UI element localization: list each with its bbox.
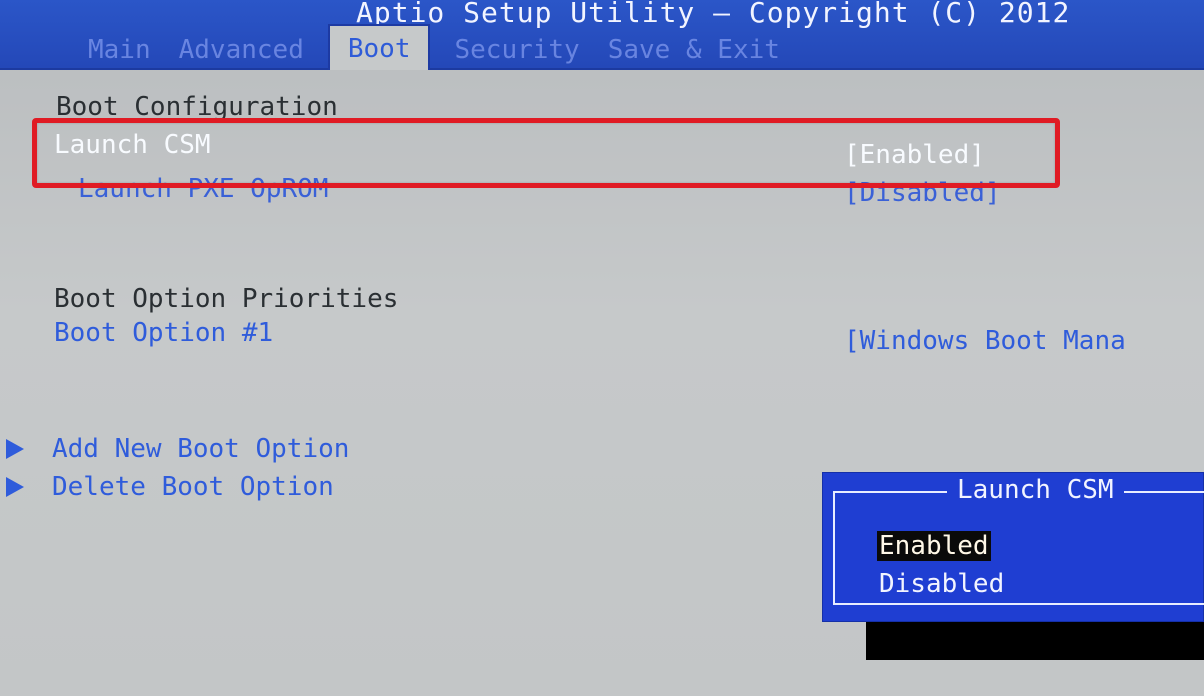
launch-csm-popup: Launch CSM Enabled Disabled	[822, 472, 1204, 622]
popup-option-enabled[interactable]: Enabled	[877, 531, 991, 561]
popup-title: Launch CSM	[947, 475, 1124, 505]
launch-pxe-label: Launch PXE OpROM	[78, 174, 329, 204]
popup-frame: Launch CSM Enabled Disabled	[833, 475, 1204, 605]
launch-pxe-value: [Disabled]	[844, 178, 1001, 208]
triangle-right-icon	[6, 439, 24, 459]
boot-configuration-heading: Boot Configuration	[56, 92, 338, 122]
delete-boot-option-label: Delete Boot Option	[52, 472, 334, 502]
delete-boot-option-item[interactable]: Delete Boot Option	[6, 472, 606, 508]
tab-main[interactable]: Main	[74, 30, 165, 70]
popup-shadow	[866, 620, 1204, 660]
launch-csm-value: [Enabled]	[844, 140, 985, 170]
add-new-boot-option-item[interactable]: Add New Boot Option	[6, 434, 606, 470]
launch-csm-label: Launch CSM	[54, 130, 211, 160]
popup-option-disabled[interactable]: Disabled	[877, 569, 1006, 599]
launch-csm-row[interactable]: Launch CSM [Enabled]	[6, 130, 1204, 170]
launch-pxe-row[interactable]: Launch PXE OpROM [Disabled]	[6, 174, 1204, 210]
add-new-boot-option-label: Add New Boot Option	[52, 434, 350, 464]
boot-option-1-label: Boot Option #1	[54, 318, 274, 348]
tab-advanced[interactable]: Advanced	[165, 30, 318, 70]
boot-option-1-value: [Windows Boot Mana	[844, 326, 1126, 356]
boot-option-priorities-heading: Boot Option Priorities	[54, 284, 399, 314]
boot-option-1-row[interactable]: Boot Option #1 [Windows Boot Mana	[6, 318, 1204, 356]
bios-header: Aptio Setup Utility – Copyright (C) 2012…	[0, 0, 1204, 70]
tab-boot[interactable]: Boot	[327, 24, 431, 70]
tab-security[interactable]: Security	[440, 30, 593, 70]
tab-bar: Main Advanced Boot Security Save & Exit	[74, 24, 794, 70]
tab-save-exit[interactable]: Save & Exit	[594, 30, 794, 70]
triangle-right-icon	[6, 477, 24, 497]
